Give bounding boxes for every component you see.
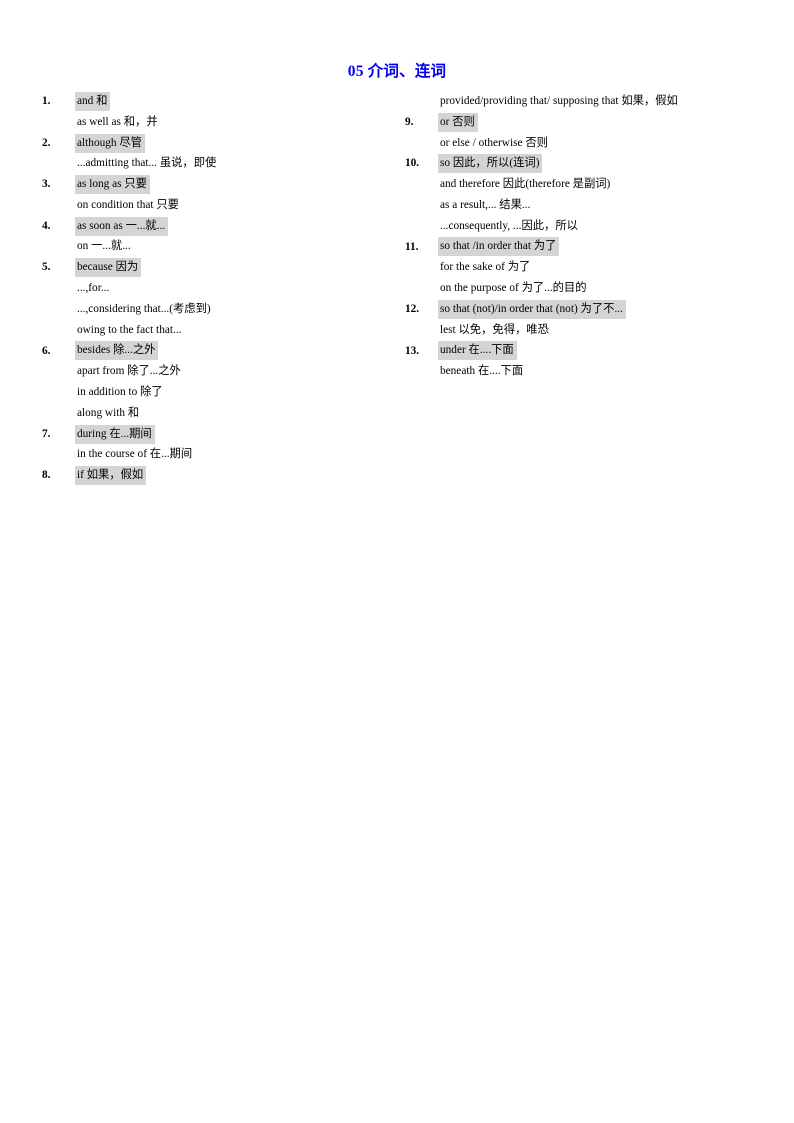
vocab-entry: 13. under 在....下面 beneath 在....下面 [405, 341, 785, 383]
entry-subline: on the purpose of 为了...的目的 [405, 278, 785, 299]
entry-subline-text: as a result,... 结果... [440, 198, 531, 211]
entry-subline: ...consequently, ...因此，所以 [405, 216, 785, 237]
entry-number: 3. [42, 178, 51, 191]
entry-subline: or else / otherwise 否则 [405, 133, 785, 154]
entry-headword: if 如果，假如 [75, 466, 147, 486]
entry-subline: beneath 在....下面 [405, 361, 785, 382]
entry-subline-text: on 一...就... [77, 240, 131, 253]
right-column: provided/providing that/ supposing that … [405, 91, 785, 382]
entry-subline: along with 和 [42, 403, 402, 424]
entry-number: 11. [405, 240, 419, 253]
entry-subline: on condition that 只要 [42, 195, 402, 216]
entry-number: 7. [42, 427, 51, 440]
entry-headword-line: 13. under 在....下面 [405, 341, 785, 362]
entry-headword-line: 5. because 因为 [42, 257, 402, 278]
entry-subline-text: owing to the fact that... [77, 323, 182, 336]
entry-number: 5. [42, 261, 51, 274]
vocab-entry: 4. as soon as 一...就... on 一...就... [42, 216, 402, 258]
entry-subline: in the course of 在...期间 [42, 445, 402, 466]
vocab-entry: 2. although 尽管 ...admitting that... 虽说，即使 [42, 133, 402, 175]
entry-headword-line: 3. as long as 只要 [42, 174, 402, 195]
entry-headword: because 因为 [75, 258, 142, 278]
vocab-entry: provided/providing that/ supposing that … [405, 91, 785, 112]
vocab-entry: 8. if 如果，假如 [42, 465, 402, 486]
entry-headword: so that (not)/in order that (not) 为了不... [438, 299, 626, 319]
entry-subline-text: ...,considering that...(考虑到) [77, 302, 211, 315]
entry-number: 2. [42, 136, 51, 149]
entry-subline-text: apart from 除了...之外 [77, 365, 181, 378]
vocab-entry: 7. during 在...期间 in the course of 在...期间 [42, 424, 402, 466]
entry-subline-text: on condition that 只要 [77, 198, 179, 211]
entry-subline: apart from 除了...之外 [42, 361, 402, 382]
entry-subline-text: on the purpose of 为了...的目的 [440, 282, 587, 295]
entry-headword: so that /in order that 为了 [438, 237, 560, 257]
entry-subline-text: as well as 和，并 [77, 115, 158, 128]
entry-number: 13. [405, 344, 420, 357]
entry-number: 9. [405, 115, 414, 128]
entry-number: 12. [405, 302, 420, 315]
entry-headword: so 因此，所以(连词) [438, 154, 543, 174]
vocab-entry: 11. so that /in order that 为了 for the sake… [405, 237, 785, 299]
entry-subline-text: for the sake of 为了 [440, 261, 531, 274]
entry-subline: lest 以免，免得，唯恐 [405, 320, 785, 341]
entry-subline: on 一...就... [42, 237, 402, 258]
entry-headword: as soon as 一...就... [75, 216, 169, 236]
vocab-entry: 6. besides 除...之外 apart from 除了...之外 in add… [42, 341, 402, 424]
entry-headword: during 在...期间 [75, 424, 155, 444]
entry-headword-line: 12. so that (not)/in order that (not) 为了不… [405, 299, 785, 320]
vocab-entry: 12. so that (not)/in order that (not) 为了不… [405, 299, 785, 341]
entry-headword: besides 除...之外 [75, 341, 159, 361]
entry-headword-line: 9. or 否则 [405, 112, 785, 133]
entry-headword-line: 2. although 尽管 [42, 133, 402, 154]
entry-subline: for the sake of 为了 [405, 257, 785, 278]
entry-subline-text: in addition to 除了 [77, 386, 163, 399]
entry-subline-text: ...consequently, ...因此，所以 [440, 219, 578, 232]
entry-headword-line: 4. as soon as 一...就... [42, 216, 402, 237]
entry-headword-line: provided/providing that/ supposing that … [405, 91, 785, 112]
entry-subline-text: and therefore 因此(therefore 是副词) [440, 178, 611, 191]
vocab-entry: 5. because 因为 ...,for... ...,considering th… [42, 257, 402, 340]
entry-subline-text: ...,for... [77, 282, 110, 295]
entry-headword: or 否则 [438, 112, 478, 132]
entry-number: 1. [42, 95, 51, 107]
entry-headword-line: 6. besides 除...之外 [42, 341, 402, 362]
page-title: 05 介词、连词 [347, 63, 447, 80]
entry-headword-line: 8. if 如果，假如 [42, 465, 402, 486]
entry-subline: owing to the fact that... [42, 320, 402, 341]
entry-number: 4. [42, 219, 51, 232]
vocab-entry: 9. or 否则 or else / otherwise 否则 [405, 112, 785, 154]
left-column: 1. and 和 as well as 和，并 2. although 尽管 ...adm… [42, 91, 402, 486]
entry-subline: ...,for... [42, 278, 402, 299]
entry-subline-text: or else / otherwise 否则 [440, 136, 548, 149]
entry-number: 6. [42, 344, 51, 357]
entry-subline: as well as 和，并 [42, 112, 402, 133]
entry-subline-text: along with 和 [77, 406, 140, 419]
entry-headword-line: 1. and 和 [42, 91, 402, 112]
entry-subline: ...,considering that...(考虑到) [42, 299, 402, 320]
entry-subline-text: lest 以免，免得，唯恐 [440, 323, 549, 336]
entry-headword-line: 11. so that /in order that 为了 [405, 237, 785, 258]
entry-headword-line: 7. during 在...期间 [42, 424, 402, 445]
vocab-entry: 3. as long as 只要 on condition that 只要 [42, 174, 402, 216]
vocab-entry: 1. and 和 as well as 和，并 [42, 91, 402, 133]
entry-subline: as a result,... 结果... [405, 195, 785, 216]
entry-headword: as long as 只要 [75, 175, 150, 195]
entry-subline: ...admitting that... 虽说，即使 [42, 153, 402, 174]
entry-subline-text: beneath 在....下面 [440, 365, 524, 378]
entry-headword: under 在....下面 [438, 341, 517, 361]
entry-headword: although 尽管 [75, 133, 145, 153]
entry-headword: and 和 [75, 91, 111, 111]
entry-subline-text: ...admitting that... 虽说，即使 [77, 157, 217, 170]
entry-subline-text: in the course of 在...期间 [77, 448, 193, 461]
entry-headword-line: 10. so 因此，所以(连词) [405, 153, 785, 174]
entry-number: 10. [405, 157, 420, 170]
entry-headword: provided/providing that/ supposing that … [440, 94, 678, 107]
document-page: 05 介词、连词 1. and 和 as well as 和，并 2. although… [0, 0, 794, 1123]
entry-subline: in addition to 除了 [42, 382, 402, 403]
vocab-entry: 10. so 因此，所以(连词) and therefore 因此(therefor… [405, 153, 785, 236]
entry-subline: and therefore 因此(therefore 是副词) [405, 174, 785, 195]
entry-number: 8. [42, 469, 51, 482]
